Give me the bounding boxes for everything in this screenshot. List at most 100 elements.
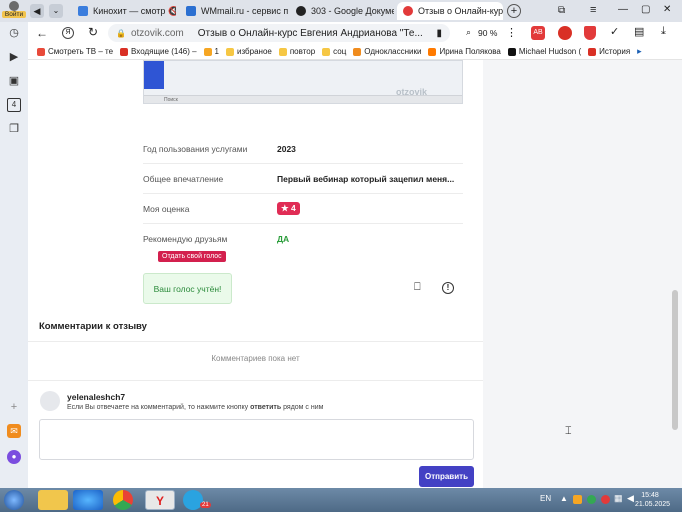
folder-icon [226, 47, 234, 56]
report-icon[interactable]: ! [442, 282, 454, 294]
mouse-cursor-icon: ⌶ [565, 425, 572, 437]
adblock-icon[interactable]: AB [531, 26, 545, 40]
yandex-browser-icon[interactable]: Y [145, 490, 175, 510]
detail-row-year: Год пользования услугами 2023 [143, 134, 463, 164]
reload-icon[interactable]: ↻ [88, 25, 98, 39]
tab-wmmail[interactable]: WMmail.ru - сервис по [180, 2, 288, 20]
bookmark-history[interactable]: История [588, 47, 630, 56]
clock[interactable]: 15:48 21.05.2025 [635, 491, 671, 509]
bookmark-soc[interactable]: соц [322, 47, 346, 56]
detail-value: 2023 [277, 143, 296, 154]
new-tab-button[interactable]: + [507, 4, 521, 18]
zoom-icon[interactable]: ⌕ [466, 27, 471, 38]
zoom-level[interactable]: 90 % [478, 28, 497, 38]
minimize-icon[interactable]: — [618, 4, 628, 15]
bookmark-izbranoe[interactable]: избраное [226, 47, 272, 56]
address-toolbar: ← Я ↻ 🔒 otzovik.com Отзыв о Онлайн-курс … [28, 22, 682, 44]
screenshot-blue-block [144, 61, 164, 89]
tray-volume-icon[interactable]: ◀ [627, 493, 634, 504]
tray-yandex-icon[interactable] [573, 495, 582, 504]
profile-icon [9, 1, 19, 11]
yandex-icon[interactable]: Я [62, 27, 74, 39]
divider [28, 341, 483, 342]
content-right-panel [483, 60, 682, 488]
bookmarks-more-icon[interactable]: ▸ [637, 46, 642, 57]
bookmark-irina[interactable]: Ирина Полякова [428, 47, 501, 56]
bookmark-inbox[interactable]: Входящие (146) – [120, 47, 197, 56]
extensions-icon[interactable]: ▤ [634, 25, 644, 38]
page-content: otzovik Поиск Год пользования услугами 2… [28, 60, 682, 488]
tv-icon [37, 47, 45, 56]
explorer-icon[interactable] [38, 490, 68, 510]
address-domain: otzovik.com [130, 27, 184, 39]
tray-arrow-icon[interactable]: ▲ [560, 494, 568, 503]
browser-globe-icon[interactable] [73, 490, 103, 510]
clock-date: 21.05.2025 [635, 501, 671, 508]
detail-key: Моя оценка [143, 203, 190, 214]
telegram-badge: 21 [200, 502, 211, 508]
address-bar[interactable]: 🔒 otzovik.com Отзыв о Онлайн-курс Евгени… [108, 24, 450, 42]
back-icon[interactable]: ← [36, 26, 48, 40]
mail-icon[interactable]: ✉ [7, 424, 21, 438]
bookmark-icon[interactable]: ▮ [436, 28, 442, 39]
maximize-icon[interactable]: ▢ [641, 4, 650, 15]
chrome-icon[interactable] [113, 490, 133, 510]
language-indicator[interactable]: EN [540, 494, 551, 503]
comment-textarea[interactable] [39, 419, 474, 460]
comments-heading: Комментарии к отзыву [39, 321, 147, 332]
star-icon: ★ [281, 203, 289, 213]
detail-row-impression: Общее впечатление Первый вебинар который… [143, 164, 463, 194]
otzovik-favicon-icon [403, 6, 413, 16]
submit-button[interactable]: Отправить [419, 466, 474, 487]
tray-red-icon[interactable] [601, 495, 610, 504]
start-button[interactable] [4, 490, 24, 510]
medium-icon [507, 47, 516, 56]
gmail-icon [120, 47, 129, 56]
profile-button[interactable]: Войти [2, 1, 26, 21]
sound-icon[interactable]: ◀ [30, 4, 44, 18]
comment-username: yelenaleshch7 [67, 392, 126, 402]
ok-icon [428, 47, 437, 56]
recommend-value: ДА [277, 234, 290, 244]
tabs-menu-button[interactable]: ⌄ [49, 4, 63, 18]
detail-row-rating: Моя оценка ★ 4 [143, 194, 463, 224]
bookmark-povtor[interactable]: повтор [278, 47, 315, 56]
scrollbar[interactable] [672, 290, 678, 430]
more-icon[interactable]: ⋮ [506, 26, 517, 39]
detail-value-link[interactable]: Первый вебинар который зацепил меня... [277, 174, 454, 184]
extension-shield-icon[interactable] [584, 26, 596, 40]
lock-icon[interactable]: 🔒 [116, 29, 126, 38]
review-screenshot-image[interactable]: otzovik Поиск [143, 60, 463, 104]
bookmark-1[interactable]: 1 [203, 47, 219, 56]
folder-icon [203, 47, 212, 56]
notes-icon[interactable]: ❐ [7, 122, 21, 136]
save-bookmark-icon[interactable]: ⎕ [414, 281, 421, 294]
counter-icon[interactable]: 4 [7, 98, 21, 112]
alice-icon[interactable]: ● [7, 450, 21, 464]
bookmark-odnoklassniki[interactable]: Одноклассники [353, 47, 421, 56]
vpn-icon[interactable]: ✓ [610, 25, 619, 38]
avatar [40, 391, 60, 411]
play-icon[interactable]: ▶ [7, 50, 21, 64]
close-window-icon[interactable]: ✕ [663, 4, 671, 15]
video-icon[interactable]: ▣ [7, 74, 21, 88]
tray-antivirus-icon[interactable] [587, 495, 596, 504]
tab-kinohit[interactable]: Кинохит — смотр 🔇 [72, 2, 176, 20]
history-icon[interactable]: ◷ [7, 26, 21, 40]
menu-icon[interactable]: ≡ [590, 4, 596, 16]
tab-otzovik[interactable]: Отзыв о Онлайн-кур ✕ [397, 2, 503, 20]
vote-text: Ваш голос учтён! [153, 283, 222, 294]
comment-hint: Если Вы отвечаете на комментарий, то наж… [67, 404, 324, 411]
collections-icon[interactable]: ⧉ [558, 5, 565, 16]
bookmark-tv[interactable]: Смотреть ТВ – те [37, 47, 113, 56]
add-icon[interactable]: + [7, 400, 21, 414]
download-icon[interactable]: ⤓ [661, 25, 666, 38]
tray-network-icon[interactable]: ▦ [614, 493, 623, 504]
clock-time: 15:48 [641, 492, 659, 499]
mute-icon[interactable]: 🔇 [168, 6, 176, 17]
extension-red-icon[interactable] [558, 26, 572, 40]
profile-label: Войти [2, 11, 26, 18]
bookmark-michael[interactable]: Michael Hudson ( [507, 47, 581, 56]
detail-key: Рекомендую друзьям [143, 234, 228, 244]
tab-google-docs[interactable]: 303 - Google Документ [290, 2, 394, 20]
